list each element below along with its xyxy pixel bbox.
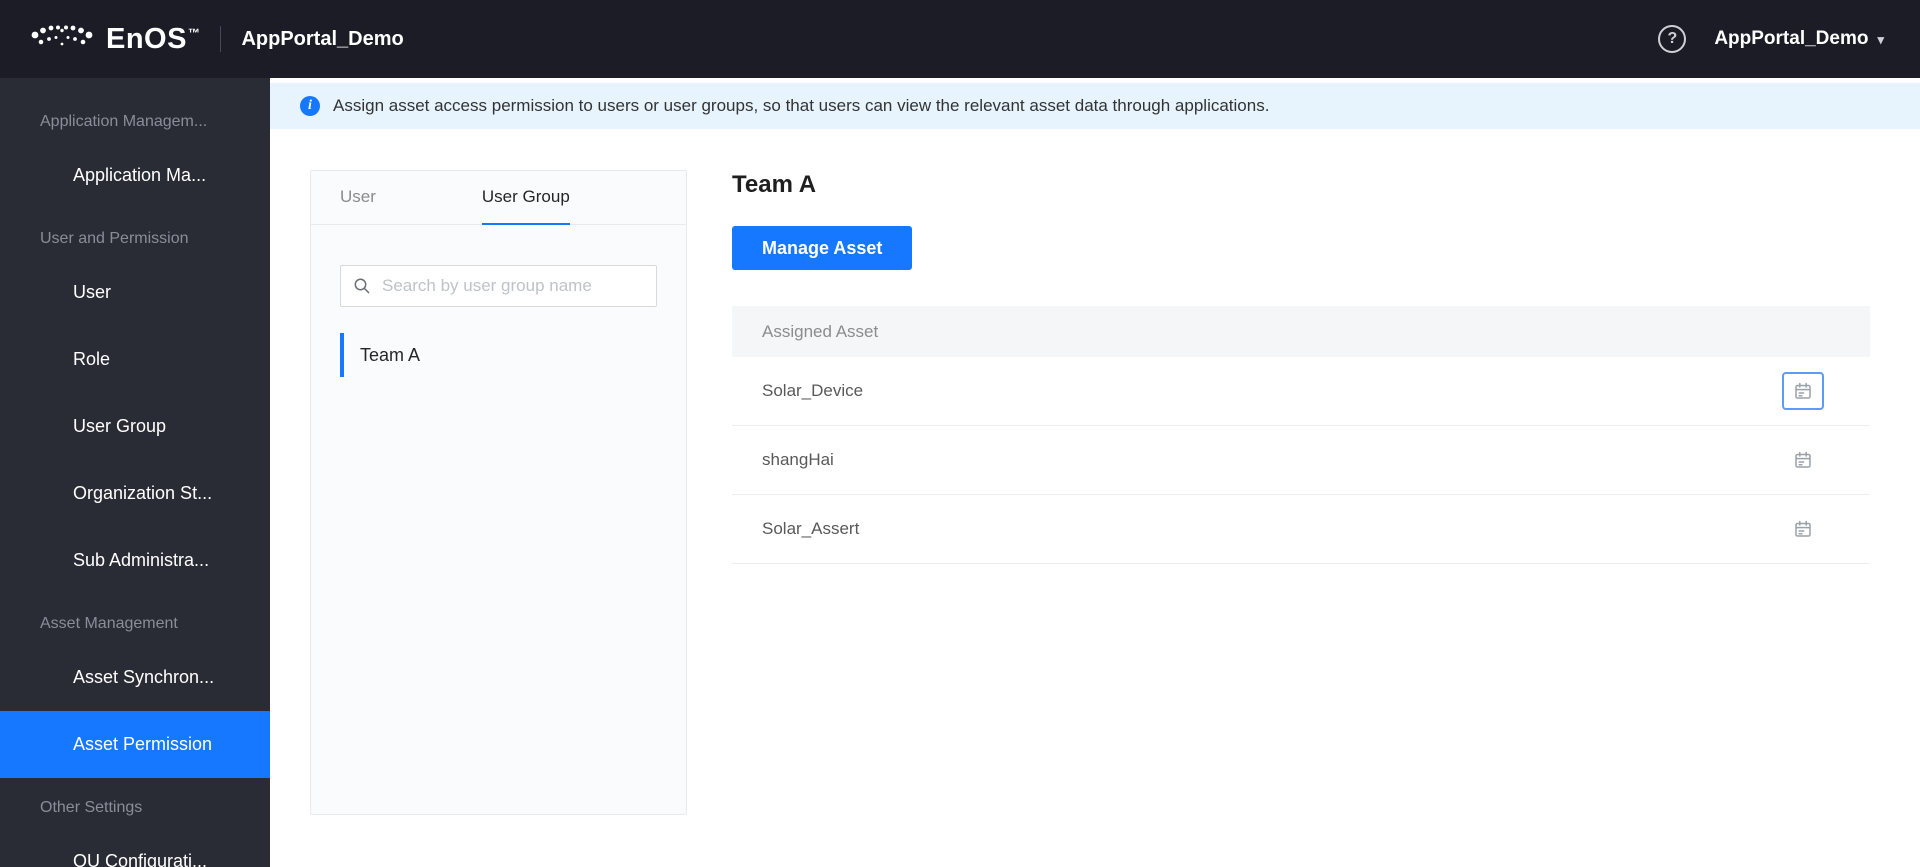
- asset-action-icon: [1795, 382, 1811, 399]
- main-area: i Assign asset access permission to user…: [270, 78, 1920, 867]
- group-detail: Team A Manage Asset Assigned Asset Solar…: [732, 170, 1870, 564]
- enos-logo-icon: [31, 25, 93, 46]
- brand-name: EnOS™: [106, 22, 201, 55]
- panel-tabs: User User Group: [311, 171, 686, 225]
- assigned-asset-table: Assigned Asset Solar_Device shangHai Sol…: [732, 306, 1870, 564]
- info-icon: i: [300, 96, 320, 116]
- account-name: AppPortal_Demo: [1714, 28, 1869, 49]
- content-area: User User Group Team A: [270, 129, 1920, 867]
- user-group-name: Team A: [360, 344, 421, 365]
- tab-user-group[interactable]: User Group: [481, 171, 570, 225]
- asset-action-icon: [1795, 520, 1811, 537]
- brand-trademark: ™: [187, 25, 201, 40]
- help-icon[interactable]: ?: [1658, 25, 1687, 53]
- sidebar-item-asset-permission[interactable]: Asset Permission: [0, 711, 270, 778]
- table-header-assigned-asset: Assigned Asset: [762, 321, 879, 341]
- tab-user[interactable]: User: [340, 171, 376, 225]
- sidebar-item-user[interactable]: User: [0, 259, 270, 326]
- info-banner: i Assign asset access permission to user…: [270, 83, 1920, 129]
- sidebar-item-application-management[interactable]: Application Ma...: [0, 142, 270, 209]
- manage-asset-button[interactable]: Manage Asset: [732, 226, 913, 270]
- sidebar-item-role[interactable]: Role: [0, 326, 270, 393]
- sidebar-section-user-and-permission: User and Permission User Role User Group…: [0, 219, 270, 594]
- user-group-panel: User User Group Team A: [310, 170, 687, 815]
- topbar-divider: [220, 26, 222, 52]
- sidebar-item-asset-synchronization[interactable]: Asset Synchron...: [0, 644, 270, 711]
- caret-down-icon: ▾: [1877, 31, 1884, 47]
- search-input[interactable]: [380, 275, 644, 297]
- table-row: Solar_Device: [732, 357, 1870, 426]
- sidebar: Application Managem... Application Ma...…: [0, 78, 270, 867]
- table-row: shangHai: [732, 426, 1870, 495]
- asset-action-button[interactable]: [1782, 372, 1824, 410]
- sidebar-section-title-user-and-permission: User and Permission: [40, 230, 189, 247]
- topbar: EnOS™ AppPortal_Demo ? AppPortal_Demo ▾: [0, 0, 1920, 78]
- asset-name: shangHai: [762, 450, 834, 469]
- app-window: EnOS™ AppPortal_Demo ? AppPortal_Demo ▾ …: [0, 0, 1920, 867]
- selected-indicator: [340, 333, 344, 377]
- user-group-search: [340, 265, 657, 307]
- asset-action-button[interactable]: [1782, 510, 1824, 548]
- asset-action-icon: [1795, 451, 1811, 468]
- account-menu[interactable]: AppPortal_Demo ▾: [1714, 28, 1884, 50]
- user-group-list-item-team-a[interactable]: Team A: [311, 333, 686, 377]
- page-title: Team A: [732, 171, 817, 198]
- info-banner-text: Assign asset access permission to users …: [333, 96, 1270, 115]
- sidebar-section-title-asset-management: Asset Management: [40, 615, 178, 632]
- sidebar-item-user-group[interactable]: User Group: [0, 393, 270, 460]
- topbar-actions: ? AppPortal_Demo ▾: [1658, 25, 1884, 53]
- table-header-row: Assigned Asset: [732, 306, 1870, 357]
- help-glyph: ?: [1667, 30, 1678, 47]
- enos-logo: EnOS™: [30, 19, 200, 59]
- page-body: Application Managem... Application Ma...…: [0, 78, 1920, 867]
- search-icon: [354, 278, 370, 294]
- sidebar-section-asset-management: Asset Management Asset Synchron... Asset…: [0, 604, 270, 778]
- sidebar-section-title-other-settings: Other Settings: [40, 799, 143, 816]
- table-row: Solar_Assert: [732, 495, 1870, 564]
- info-glyph: i: [308, 98, 312, 113]
- asset-name: Solar_Device: [762, 381, 864, 400]
- sidebar-section-other-settings: Other Settings OU Configurati...: [0, 788, 270, 867]
- sidebar-section-title-application-management: Application Managem...: [40, 113, 208, 130]
- app-title: AppPortal_Demo: [241, 27, 404, 50]
- sidebar-item-sub-administrator[interactable]: Sub Administra...: [0, 527, 270, 594]
- sidebar-section-application-management: Application Managem... Application Ma...: [0, 102, 270, 209]
- asset-action-button[interactable]: [1782, 441, 1824, 479]
- sidebar-item-organization-structure[interactable]: Organization St...: [0, 460, 270, 527]
- sidebar-item-ou-configuration[interactable]: OU Configurati...: [0, 828, 270, 867]
- asset-name: Solar_Assert: [762, 519, 860, 538]
